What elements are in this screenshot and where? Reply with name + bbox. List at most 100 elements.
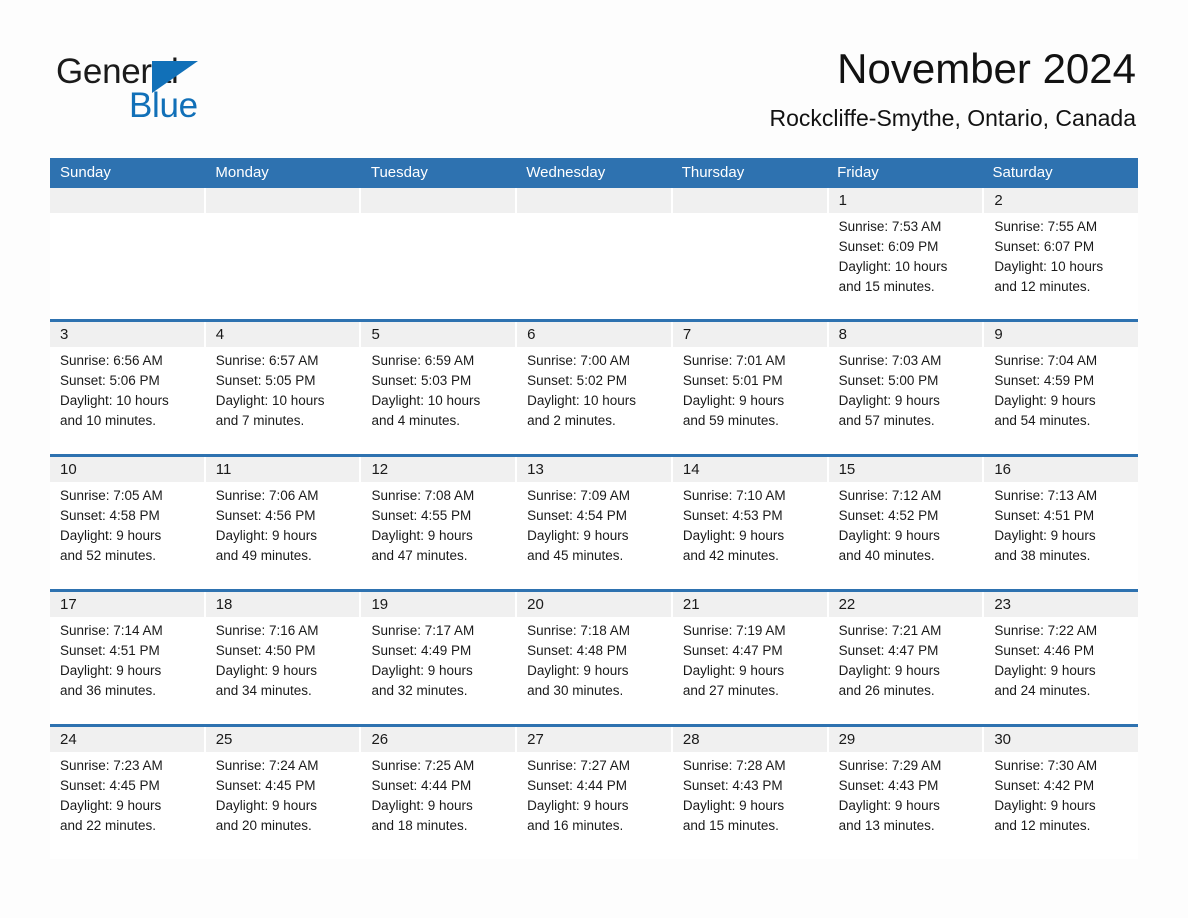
day-cell[interactable]: 24 Sunrise: 7:23 AM Sunset: 4:45 PM Dayligh… bbox=[50, 727, 206, 859]
day-cell[interactable]: 9 Sunrise: 7:04 AM Sunset: 4:59 PM Daylight… bbox=[984, 322, 1139, 454]
day-info-line: Daylight: 9 hours bbox=[60, 798, 162, 813]
day-info-line: and 15 minutes. bbox=[682, 818, 779, 833]
day-cell[interactable]: 13 Sunrise: 7:09 AM Sunset: 4:54 PM Dayligh… bbox=[517, 457, 673, 589]
day-info-line: and 20 minutes. bbox=[215, 818, 312, 833]
day-number: 5 bbox=[361, 322, 516, 347]
day-cell[interactable]: 14 Sunrise: 7:10 AM Sunset: 4:53 PM Dayligh… bbox=[672, 457, 829, 589]
day-info-line: Sunset: 5:05 PM bbox=[215, 373, 316, 388]
day-number: 29 bbox=[828, 727, 983, 752]
day-info-line: Sunset: 6:07 PM bbox=[994, 239, 1095, 254]
day-cell[interactable]: 2 Sunrise: 7:55 AM Sunset: 6:07 PM Daylight… bbox=[984, 188, 1139, 319]
day-info-line: Daylight: 9 hours bbox=[994, 663, 1096, 678]
day-info-line: and 47 minutes. bbox=[371, 548, 468, 563]
day-cell[interactable]: 20 Sunrise: 7:18 AM Sunset: 4:48 PM Dayligh… bbox=[517, 592, 673, 724]
day-info-line: Daylight: 10 hours bbox=[371, 393, 481, 408]
day-cell[interactable]: 26 Sunrise: 7:25 AM Sunset: 4:44 PM Dayligh… bbox=[361, 727, 518, 859]
day-info-line: Sunrise: 6:57 AM bbox=[215, 353, 319, 368]
day-info-line: Daylight: 9 hours bbox=[994, 393, 1096, 408]
day-number: 6 bbox=[517, 322, 671, 347]
day-info-line: Daylight: 9 hours bbox=[682, 528, 785, 543]
day-info-line: Daylight: 9 hours bbox=[215, 798, 318, 813]
day-info-line: Sunrise: 7:12 AM bbox=[838, 488, 942, 503]
brand-logo[interactable]: General Blue bbox=[56, 52, 356, 132]
day-cell[interactable]: 1 Sunrise: 7:53 AM Sunset: 6:09 PM Daylight… bbox=[828, 188, 985, 319]
day-sun-info: Sunrise: 7:09 AM Sunset: 4:54 PM Daylight:… bbox=[517, 482, 671, 566]
day-number: 15 bbox=[828, 457, 983, 482]
day-sun-info: Sunrise: 7:01 AM Sunset: 5:01 PM Daylight:… bbox=[673, 347, 827, 431]
day-number: 16 bbox=[984, 457, 1139, 482]
day-cell[interactable]: 12 Sunrise: 7:08 AM Sunset: 4:55 PM Dayligh… bbox=[361, 457, 518, 589]
day-info-line: Daylight: 9 hours bbox=[527, 663, 629, 678]
day-cell[interactable]: 6 Sunrise: 7:00 AM Sunset: 5:02 PM Daylight… bbox=[517, 322, 673, 454]
day-info-line: Sunset: 4:55 PM bbox=[371, 508, 472, 523]
day-cell[interactable]: 16 Sunrise: 7:13 AM Sunset: 4:51 PM Dayligh… bbox=[984, 457, 1139, 589]
day-info-line: Sunrise: 7:14 AM bbox=[60, 623, 163, 638]
weekday-header-tuesday: Tuesday bbox=[370, 164, 428, 181]
day-sun-info: Sunrise: 7:29 AM Sunset: 4:43 PM Daylight:… bbox=[829, 752, 983, 836]
day-cell[interactable]: 23 Sunrise: 7:22 AM Sunset: 4:46 PM Dayligh… bbox=[984, 592, 1139, 724]
day-number: 2 bbox=[984, 188, 1139, 213]
day-cell[interactable]: 11 Sunrise: 7:06 AM Sunset: 4:56 PM Dayligh… bbox=[205, 457, 362, 589]
day-sun-info: Sunrise: 7:12 AM Sunset: 4:52 PM Daylight:… bbox=[829, 482, 983, 566]
day-cell[interactable]: 28 Sunrise: 7:28 AM Sunset: 4:43 PM Dayligh… bbox=[672, 727, 829, 859]
day-info-line: and 24 minutes. bbox=[994, 683, 1091, 698]
day-sun-info: Sunrise: 6:57 AM Sunset: 5:05 PM Daylight:… bbox=[206, 347, 360, 431]
day-number: 4 bbox=[205, 322, 360, 347]
day-sun-info: Sunrise: 6:59 AM Sunset: 5:03 PM Daylight:… bbox=[361, 347, 515, 431]
day-sun-info: Sunrise: 7:22 AM Sunset: 4:46 PM Daylight:… bbox=[984, 617, 1138, 701]
day-cell[interactable]: 10 Sunrise: 7:05 AM Sunset: 4:58 PM Dayligh… bbox=[50, 457, 206, 589]
day-sun-info: Sunrise: 7:13 AM Sunset: 4:51 PM Daylight:… bbox=[984, 482, 1138, 566]
day-sun-info bbox=[206, 213, 360, 217]
day-info-line: and 2 minutes. bbox=[527, 413, 616, 428]
day-info-line: Sunset: 5:01 PM bbox=[682, 373, 783, 388]
day-cell[interactable]: 4 Sunrise: 6:57 AM Sunset: 5:05 PM Daylight… bbox=[205, 322, 362, 454]
day-cell[interactable]: 15 Sunrise: 7:12 AM Sunset: 4:52 PM Dayligh… bbox=[828, 457, 985, 589]
day-number: 14 bbox=[672, 457, 827, 482]
day-sun-info: Sunrise: 7:00 AM Sunset: 5:02 PM Daylight:… bbox=[517, 347, 671, 431]
day-info-line: Daylight: 10 hours bbox=[527, 393, 636, 408]
day-sun-info bbox=[361, 213, 515, 217]
day-info-line: Sunset: 4:47 PM bbox=[838, 643, 939, 658]
day-info-line: and 7 minutes. bbox=[215, 413, 305, 428]
day-cell[interactable]: 3 Sunrise: 6:56 AM Sunset: 5:06 PM Daylight… bbox=[50, 322, 206, 454]
day-cell[interactable]: 8 Sunrise: 7:03 AM Sunset: 5:00 PM Daylight… bbox=[828, 322, 985, 454]
day-info-line: Daylight: 9 hours bbox=[215, 528, 318, 543]
day-number: 24 bbox=[50, 727, 204, 752]
day-info-line: Sunrise: 7:29 AM bbox=[838, 758, 942, 773]
day-cell[interactable]: 7 Sunrise: 7:01 AM Sunset: 5:01 PM Daylight… bbox=[672, 322, 829, 454]
day-info-line: and 12 minutes. bbox=[994, 818, 1091, 833]
day-info-line: Daylight: 10 hours bbox=[60, 393, 169, 408]
day-sun-info: Sunrise: 7:14 AM Sunset: 4:51 PM Daylight:… bbox=[50, 617, 204, 701]
brand-name-blue: Blue bbox=[129, 86, 198, 125]
day-info-line: Sunset: 4:46 PM bbox=[994, 643, 1095, 658]
day-info-line: Sunrise: 7:27 AM bbox=[527, 758, 630, 773]
day-cell[interactable]: 22 Sunrise: 7:21 AM Sunset: 4:47 PM Dayligh… bbox=[828, 592, 985, 724]
day-cell[interactable]: 25 Sunrise: 7:24 AM Sunset: 4:45 PM Dayligh… bbox=[205, 727, 362, 859]
day-info-line: and 38 minutes. bbox=[994, 548, 1091, 563]
day-info-line: and 13 minutes. bbox=[838, 818, 935, 833]
day-cell[interactable]: 17 Sunrise: 7:14 AM Sunset: 4:51 PM Dayligh… bbox=[50, 592, 206, 724]
weekday-header-thursday: Thursday bbox=[681, 164, 745, 181]
day-number: 21 bbox=[672, 592, 827, 617]
day-sun-info: Sunrise: 7:27 AM Sunset: 4:44 PM Daylight:… bbox=[517, 752, 671, 836]
day-cell[interactable]: 29 Sunrise: 7:29 AM Sunset: 4:43 PM Dayligh… bbox=[828, 727, 985, 859]
day-info-line: and 10 minutes. bbox=[60, 413, 157, 428]
day-cell[interactable]: 21 Sunrise: 7:19 AM Sunset: 4:47 PM Dayligh… bbox=[672, 592, 829, 724]
day-number: 12 bbox=[361, 457, 516, 482]
day-cell[interactable]: 19 Sunrise: 7:17 AM Sunset: 4:49 PM Dayligh… bbox=[361, 592, 518, 724]
day-cell[interactable]: 27 Sunrise: 7:27 AM Sunset: 4:44 PM Dayligh… bbox=[517, 727, 673, 859]
day-info-line: Sunrise: 7:19 AM bbox=[682, 623, 786, 638]
day-info-line: Daylight: 9 hours bbox=[838, 528, 940, 543]
calendar-week-row: 10 Sunrise: 7:05 AM Sunset: 4:58 PM Dayligh… bbox=[50, 454, 1139, 589]
day-info-line: Daylight: 9 hours bbox=[371, 528, 473, 543]
day-cell[interactable]: 18 Sunrise: 7:16 AM Sunset: 4:50 PM Dayligh… bbox=[205, 592, 362, 724]
day-cell[interactable]: 30 Sunrise: 7:30 AM Sunset: 4:42 PM Dayligh… bbox=[984, 727, 1139, 859]
day-cell[interactable]: 5 Sunrise: 6:59 AM Sunset: 5:03 PM Daylight… bbox=[361, 322, 518, 454]
day-cell-empty bbox=[205, 188, 362, 319]
weekday-header-saturday: Saturday bbox=[992, 164, 1053, 181]
day-info-line: Sunrise: 6:59 AM bbox=[371, 353, 475, 368]
day-sun-info: Sunrise: 7:04 AM Sunset: 4:59 PM Daylight:… bbox=[984, 347, 1138, 431]
day-number: 22 bbox=[828, 592, 983, 617]
day-info-line: Sunset: 4:54 PM bbox=[527, 508, 627, 523]
day-number: 11 bbox=[205, 457, 360, 482]
